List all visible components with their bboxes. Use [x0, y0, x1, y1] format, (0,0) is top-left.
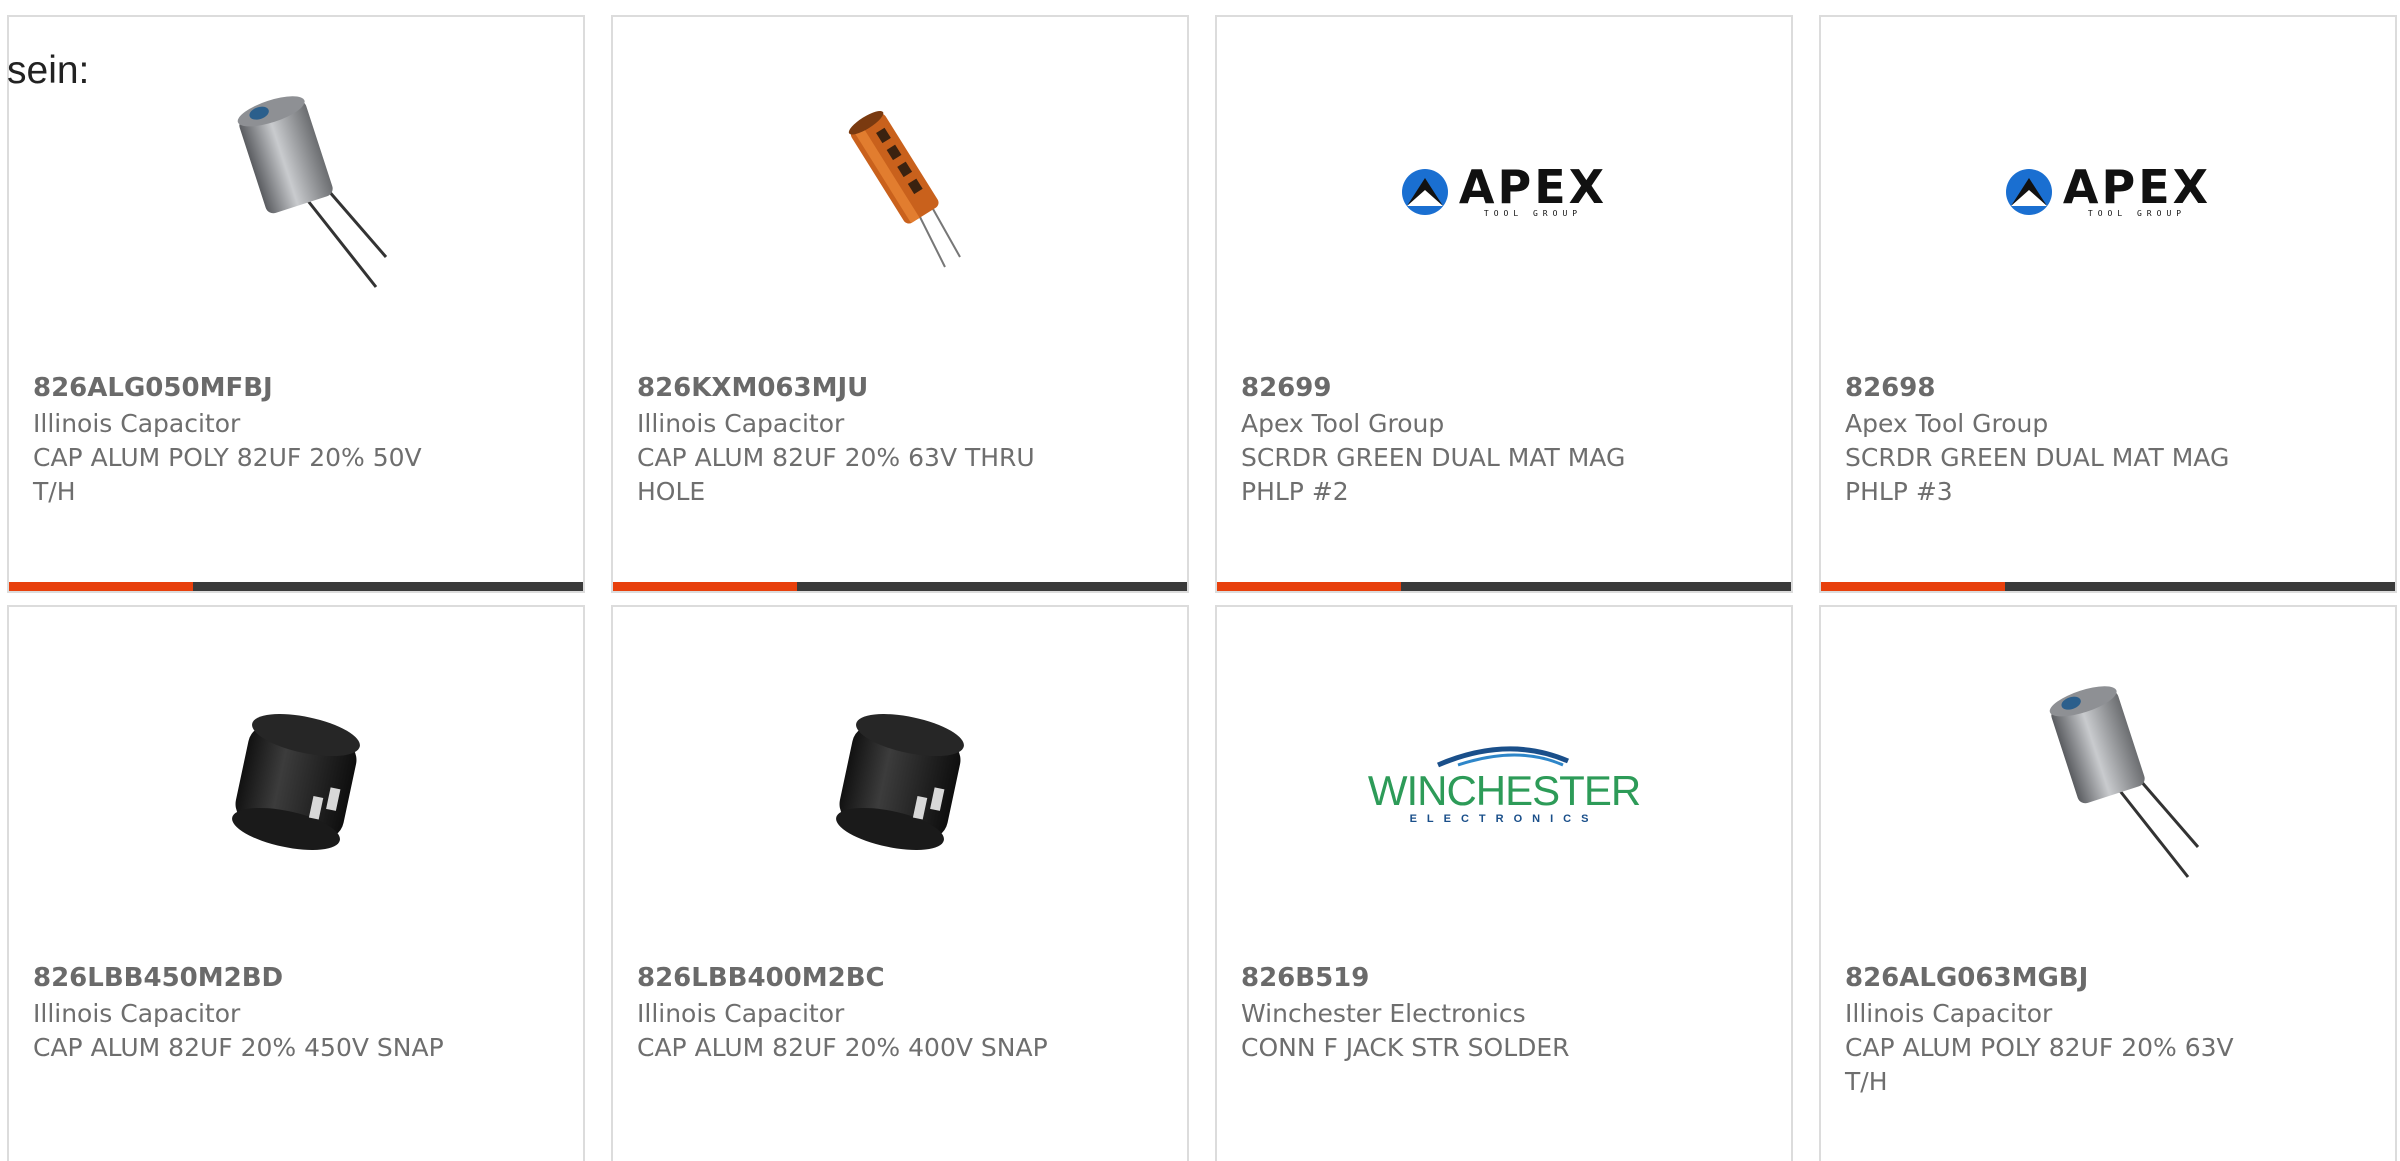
- product-card[interactable]: APEX TOOL GROUP 82698 Apex Tool Group SCRDR …: [1819, 15, 2397, 593]
- product-card[interactable]: 826LBB450M2BD Illinois Capacitor CAP ALUM …: [7, 605, 585, 1161]
- product-image[interactable]: APEX TOOL GROUP: [1217, 77, 1791, 307]
- product-image[interactable]: WINCHESTER ELECTRONICS: [1217, 667, 1791, 897]
- product-manufacturer: Apex Tool Group: [1845, 409, 2049, 438]
- product-description: CAP ALUM 82UF 20% 63V THRU HOLE: [637, 443, 1035, 506]
- card-bottom-bar: [613, 582, 1187, 591]
- product-part-number[interactable]: 826LBB400M2BC: [637, 961, 885, 995]
- product-manufacturer: Illinois Capacitor: [1845, 999, 2053, 1028]
- winchester-logo-text: WINCHESTER: [1367, 767, 1641, 814]
- orange-capacitor-image: [848, 110, 961, 268]
- product-part-number[interactable]: 826ALG063MGBJ: [1845, 961, 2088, 995]
- apex-logo-text: APEX: [2062, 159, 2212, 214]
- product-image[interactable]: [9, 667, 583, 897]
- product-manufacturer: Illinois Capacitor: [33, 409, 241, 438]
- card-accent-bar: [613, 582, 797, 591]
- black-snap-in-capacitor-image: [232, 714, 360, 850]
- product-card[interactable]: APEX TOOL GROUP 82699 Apex Tool Group SCRDR …: [1215, 15, 1793, 593]
- product-part-number[interactable]: 826B519: [1241, 961, 1369, 995]
- apex-tool-group-logo: APEX TOOL GROUP: [1401, 159, 1608, 218]
- product-manufacturer: Apex Tool Group: [1241, 409, 1445, 438]
- product-image[interactable]: [9, 77, 583, 307]
- apex-mark-icon: [1401, 169, 1448, 215]
- card-bottom-bar: [9, 582, 583, 591]
- product-card[interactable]: 826LBB400M2BC Illinois Capacitor CAP ALUM …: [611, 605, 1189, 1161]
- product-part-number[interactable]: 826KXM063MJU: [637, 371, 868, 405]
- card-accent-bar: [1821, 582, 2005, 591]
- intro-text: sein:: [7, 49, 90, 92]
- product-part-number[interactable]: 826LBB450M2BD: [33, 961, 283, 995]
- product-part-number[interactable]: 82698: [1845, 371, 1935, 405]
- product-card[interactable]: 826ALG050MFBJ Illinois Capacitor CAP ALUM …: [7, 15, 585, 593]
- winchester-logo-subtext: ELECTRONICS: [1409, 813, 1599, 825]
- product-description: CAP ALUM POLY 82UF 20% 50V T/H: [33, 443, 422, 506]
- product-image[interactable]: [613, 77, 1187, 307]
- product-description: SCRDR GREEN DUAL MAT MAG PHLP #2: [1241, 443, 1626, 506]
- apex-mark-icon: [2005, 169, 2052, 215]
- product-manufacturer: Illinois Capacitor: [637, 999, 845, 1028]
- card-bottom-bar: [1217, 582, 1791, 591]
- silver-radial-capacitor-image: [237, 96, 388, 288]
- black-snap-in-capacitor-image: [836, 714, 964, 850]
- apex-tool-group-logo: APEX TOOL GROUP: [2005, 159, 2212, 218]
- card-bottom-bar: [1821, 582, 2395, 591]
- product-card[interactable]: WINCHESTER ELECTRONICS 826B519 Winchester E…: [1215, 605, 1793, 1161]
- product-image[interactable]: [613, 667, 1187, 897]
- apex-logo-text: APEX: [1458, 159, 1608, 214]
- product-description: CONN F JACK STR SOLDER: [1241, 1033, 1570, 1062]
- product-card[interactable]: 826ALG063MGBJ Illinois Capacitor CAP ALUM …: [1819, 605, 2397, 1161]
- card-accent-bar: [9, 582, 193, 591]
- product-part-number[interactable]: 826ALG050MFBJ: [33, 371, 273, 405]
- product-description: CAP ALUM POLY 82UF 20% 63V T/H: [1845, 1033, 2234, 1096]
- product-card[interactable]: 826KXM063MJU Illinois Capacitor CAP ALUM 8…: [611, 15, 1189, 593]
- product-manufacturer: Illinois Capacitor: [33, 999, 241, 1028]
- product-manufacturer: Winchester Electronics: [1241, 999, 1526, 1028]
- product-description: CAP ALUM 82UF 20% 400V SNAP: [637, 1033, 1048, 1062]
- winchester-electronics-logo: WINCHESTER ELECTRONICS: [1367, 739, 1641, 825]
- product-part-number[interactable]: 82699: [1241, 371, 1331, 405]
- product-image[interactable]: APEX TOOL GROUP: [1821, 77, 2395, 307]
- product-description: CAP ALUM 82UF 20% 450V SNAP: [33, 1033, 444, 1062]
- card-accent-bar: [1217, 582, 1401, 591]
- product-manufacturer: Illinois Capacitor: [637, 409, 845, 438]
- product-description: SCRDR GREEN DUAL MAT MAG PHLP #3: [1845, 443, 2230, 506]
- silver-radial-capacitor-image: [2049, 686, 2200, 878]
- product-image[interactable]: [1821, 667, 2395, 897]
- winchester-swoosh-icon: [1436, 746, 1569, 768]
- page: sein: 826ALG050MFBJ Illinois Capacitor CAP…: [0, 0, 2400, 1161]
